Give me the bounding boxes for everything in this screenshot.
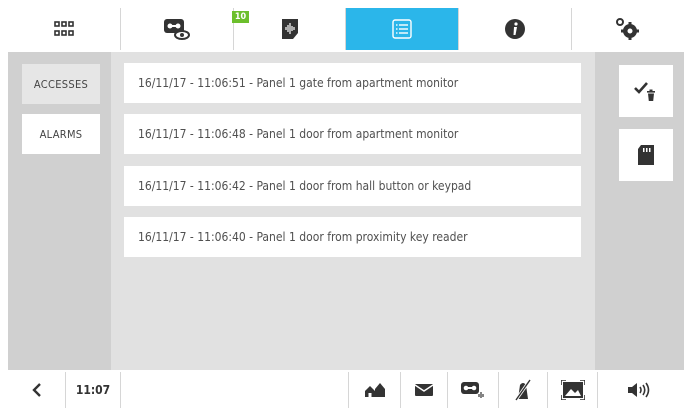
list-icon xyxy=(392,19,413,39)
tab-event-log[interactable] xyxy=(346,8,460,50)
status-spacer xyxy=(121,372,349,408)
away-mode-status[interactable] xyxy=(349,372,401,408)
image-frame-icon xyxy=(560,380,585,400)
export-sd-button[interactable] xyxy=(619,129,673,181)
sidebar-item-accesses[interactable]: ACCESSES xyxy=(22,64,100,104)
action-panel xyxy=(595,52,684,370)
log-entry-text: 16/11/17 - 11:06:51 - Panel 1 gate from … xyxy=(138,76,459,90)
voicemail-view-icon xyxy=(163,19,190,40)
list-item[interactable]: 16/11/17 - 11:06:40 - Panel 1 door from … xyxy=(124,217,581,257)
answering-machine-icon xyxy=(461,382,484,398)
tab-settings[interactable] xyxy=(572,8,684,50)
envelope-icon xyxy=(414,384,434,396)
settings-gear-icon xyxy=(616,18,640,40)
list-item[interactable]: 16/11/17 - 11:06:48 - Panel 1 door from … xyxy=(124,114,581,154)
status-bar: 11:07 xyxy=(8,372,684,408)
select-delete-button[interactable] xyxy=(619,65,673,117)
category-sidebar: ACCESSES ALARMS xyxy=(8,52,111,370)
grid-icon xyxy=(54,21,74,36)
top-tab-bar: 10 xyxy=(8,8,684,50)
chevron-left-icon xyxy=(31,383,41,397)
tab-info[interactable] xyxy=(459,8,573,50)
log-entry-text: 16/11/17 - 11:06:48 - Panel 1 door from … xyxy=(138,127,459,141)
list-item[interactable]: 16/11/17 - 11:06:51 - Panel 1 gate from … xyxy=(124,63,581,103)
tab-audio-notes[interactable] xyxy=(234,8,347,50)
no-bell-icon xyxy=(514,379,532,401)
list-item[interactable]: 16/11/17 - 11:06:42 - Panel 1 door from … xyxy=(124,166,581,206)
sidebar-item-label: ALARMS xyxy=(39,127,83,141)
tab-video-messages[interactable]: 10 xyxy=(121,8,250,50)
audio-note-icon xyxy=(281,19,298,39)
back-button[interactable] xyxy=(8,372,66,408)
clock-time: 11:07 xyxy=(75,383,111,397)
sd-card-icon xyxy=(638,145,654,165)
volume-button[interactable] xyxy=(598,372,684,408)
clock: 11:07 xyxy=(66,372,121,408)
tab-home-menu[interactable] xyxy=(8,8,121,50)
sidebar-item-alarms[interactable]: ALARMS xyxy=(22,114,100,154)
houses-away-icon xyxy=(364,383,385,397)
sidebar-item-label: ACCESSES xyxy=(33,77,89,91)
answering-machine-status[interactable] xyxy=(448,372,499,408)
check-delete-icon xyxy=(634,82,655,101)
log-entry-text: 16/11/17 - 11:06:40 - Panel 1 door from … xyxy=(138,230,468,244)
call-mute-status[interactable] xyxy=(499,372,548,408)
access-log-list: 16/11/17 - 11:06:51 - Panel 1 gate from … xyxy=(111,52,595,370)
info-icon xyxy=(505,19,526,39)
camera-view-status[interactable] xyxy=(548,372,598,408)
speaker-volume-icon xyxy=(628,382,650,398)
log-entry-text: 16/11/17 - 11:06:42 - Panel 1 door from … xyxy=(138,179,472,193)
messages-status[interactable] xyxy=(401,372,448,408)
